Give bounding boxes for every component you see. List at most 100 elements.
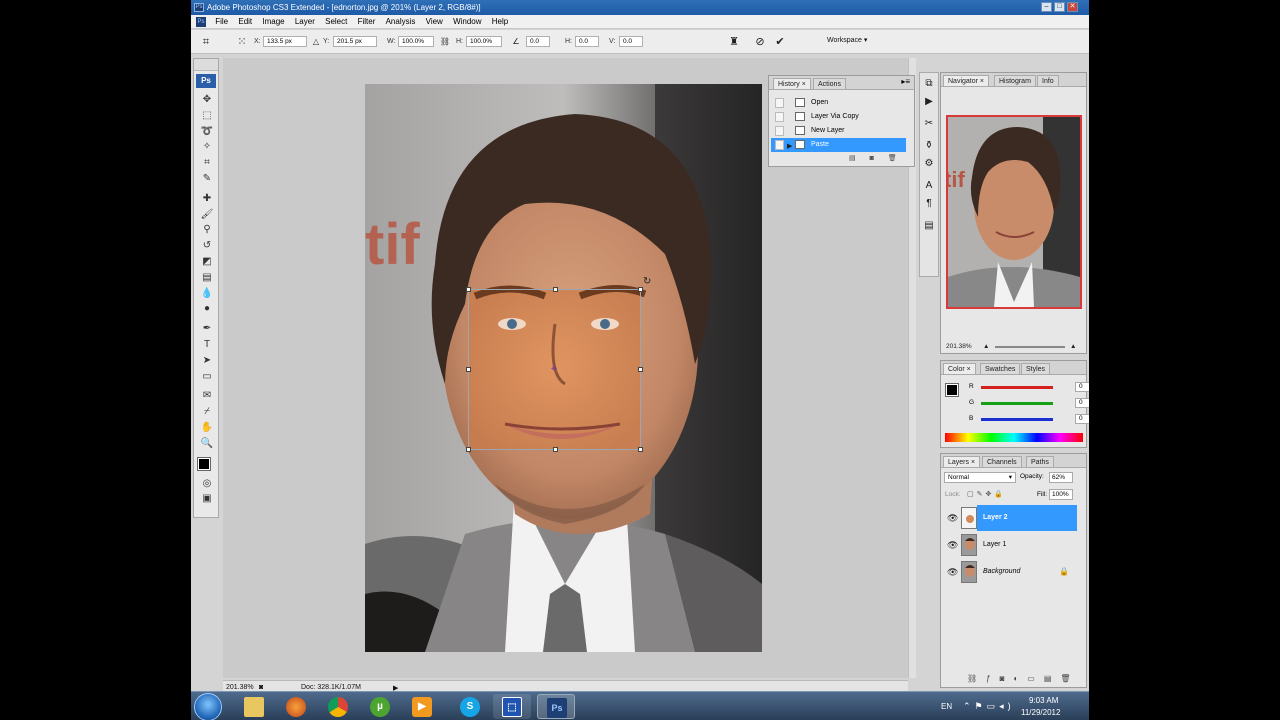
hskew-field[interactable]: 0.0 [575, 36, 599, 47]
toolbox-grip[interactable] [194, 59, 218, 71]
tab-paths[interactable]: Paths [1026, 456, 1054, 467]
reference-point-icon[interactable]: ⁙ [235, 35, 249, 49]
clock-date[interactable]: 11/29/2012 [1021, 708, 1060, 717]
fill-field[interactable]: 100% [1049, 489, 1073, 500]
language-indicator[interactable]: EN [941, 702, 952, 711]
layer-name[interactable]: Layer 2 [983, 514, 1008, 521]
warp-icon[interactable]: ♜ [727, 35, 741, 49]
hand-tool-icon[interactable]: ✋ [194, 420, 220, 436]
transform-handle-bottom-left[interactable] [466, 447, 471, 452]
history-snapshot-check[interactable] [775, 112, 784, 122]
history-item-selected[interactable]: ▶ Paste [771, 138, 906, 152]
menu-layer[interactable]: Layer [291, 15, 319, 29]
tab-styles[interactable]: Styles [1021, 363, 1051, 374]
menu-file[interactable]: File [211, 15, 232, 29]
quick-mask-icon[interactable]: ◎ [194, 476, 220, 492]
tab-actions[interactable]: Actions [813, 78, 846, 89]
blue-slider[interactable]: B 0 [969, 414, 1089, 425]
clock-time[interactable]: 9:03 AM [1029, 696, 1058, 705]
taskbar-photoshop[interactable]: Ps [537, 694, 575, 719]
link-icon[interactable]: ⛓ [438, 35, 452, 49]
green-slider[interactable]: G 0 [969, 398, 1089, 409]
layer-row[interactable]: 👁 Layer 2 [943, 505, 1084, 531]
history-item[interactable]: Layer Via Copy [771, 110, 906, 124]
crop-tool-icon[interactable]: ⌗ [194, 155, 220, 171]
screen-mode-icon[interactable]: ▣ [194, 491, 220, 507]
tab-histogram[interactable]: Histogram [994, 75, 1036, 86]
taskbar-media-player[interactable]: ▶ [403, 694, 441, 719]
green-track[interactable] [981, 402, 1053, 405]
x-field[interactable]: 133.5 px [263, 36, 307, 47]
foreground-color-swatch[interactable] [945, 383, 959, 397]
gradient-tool-icon[interactable]: ▤ [194, 270, 220, 286]
tool-preset-icon[interactable]: ⌗ [199, 35, 213, 49]
menu-analysis[interactable]: Analysis [382, 15, 420, 29]
status-zoom[interactable]: 201.38% [226, 684, 254, 691]
tab-navigator[interactable]: Navigator × [943, 75, 990, 86]
transform-handle-right[interactable] [638, 367, 643, 372]
visibility-eye-icon[interactable]: 👁 [947, 513, 958, 524]
history-snapshot-check[interactable] [775, 126, 784, 136]
menu-window[interactable]: Window [449, 15, 485, 29]
blend-mode-select[interactable]: Normal ▾ [944, 472, 1016, 483]
taskbar-utorrent[interactable]: µ [361, 694, 399, 719]
taskbar-app[interactable]: ⬚ [493, 694, 531, 719]
tab-info[interactable]: Info [1037, 75, 1059, 86]
type-tool-icon[interactable]: T [194, 337, 220, 353]
close-icon[interactable]: ✕ [1067, 2, 1078, 12]
start-button[interactable] [194, 693, 222, 720]
rotate-field[interactable]: 0.0 [526, 36, 550, 47]
dock-history-icon[interactable]: ⧉ [921, 77, 937, 91]
color-spectrum-bar[interactable] [945, 433, 1083, 442]
layer-name[interactable]: Layer 1 [983, 541, 1006, 548]
transform-handle-top[interactable] [553, 287, 558, 292]
navigator-zoom-value[interactable]: 201.38% [946, 341, 972, 352]
tab-color[interactable]: Color × [943, 363, 976, 374]
transform-bounding-box[interactable]: ⌖ [466, 287, 643, 452]
eyedropper-tool-icon[interactable]: ⌿ [194, 404, 220, 420]
history-item[interactable]: New Layer [771, 124, 906, 138]
layers-panel-buttons[interactable]: ⛓ƒ◙◐▭▤🗑 [967, 674, 1080, 683]
eraser-tool-icon[interactable]: ◩ [194, 254, 220, 270]
height-field[interactable]: 100.0% [466, 36, 502, 47]
marquee-tool-icon[interactable]: ⬚ [194, 108, 220, 124]
layer-row[interactable]: 👁 Background 🔒 [943, 559, 1084, 585]
visibility-eye-icon[interactable]: 👁 [947, 540, 958, 551]
menu-help[interactable]: Help [488, 15, 512, 29]
blue-track[interactable] [981, 418, 1053, 421]
menu-select[interactable]: Select [321, 15, 351, 29]
dock-brushes-icon[interactable]: ⚱ [921, 139, 937, 153]
taskbar-chrome[interactable] [319, 694, 357, 719]
taskbar-explorer[interactable] [235, 694, 273, 719]
dock-actions-icon[interactable]: ▶ [921, 95, 937, 109]
history-item[interactable]: Open [771, 96, 906, 110]
zoom-tool-icon[interactable]: 🔍 [194, 436, 220, 452]
layer-name[interactable]: Background [983, 568, 1020, 575]
y-field[interactable]: 201.5 px [333, 36, 377, 47]
blur-tool-icon[interactable]: 💧 [194, 286, 220, 302]
transform-handle-top-left[interactable] [466, 287, 471, 292]
slice-tool-icon[interactable]: ✎ [194, 171, 220, 187]
visibility-eye-icon[interactable]: 👁 [947, 567, 958, 578]
zoom-in-icon[interactable]: ▲ [1070, 341, 1076, 352]
commit-transform-icon[interactable]: ✔ [773, 35, 787, 49]
dock-clone-source-icon[interactable]: ⚙ [921, 157, 937, 171]
transform-handle-left[interactable] [466, 367, 471, 372]
notes-tool-icon[interactable]: ✉ [194, 388, 220, 404]
history-panel-buttons[interactable]: ▤◙🗑 [849, 154, 911, 162]
foreground-color[interactable] [197, 456, 211, 471]
document-icon[interactable]: Ps [196, 17, 206, 27]
tab-swatches[interactable]: Swatches [980, 363, 1021, 374]
transform-handle-top-right[interactable] [638, 287, 643, 292]
navigator-thumbnail[interactable]: tif [946, 115, 1082, 309]
cancel-transform-icon[interactable]: ⊘ [753, 35, 767, 49]
vskew-field[interactable]: 0.0 [619, 36, 643, 47]
lock-icons[interactable]: ▢✎✥🔒 [967, 490, 1006, 498]
history-panel-menu-icon[interactable]: ▸≡ [901, 77, 910, 86]
dock-layer-comps-icon[interactable]: ▤ [921, 219, 937, 233]
lasso-tool-icon[interactable]: ➰ [194, 124, 220, 140]
relative-position-icon[interactable]: △ [309, 35, 323, 49]
maximize-icon[interactable]: □ [1054, 2, 1065, 12]
workspace-button[interactable]: Workspace ▾ [827, 36, 867, 44]
transform-handle-bottom-right[interactable] [638, 447, 643, 452]
